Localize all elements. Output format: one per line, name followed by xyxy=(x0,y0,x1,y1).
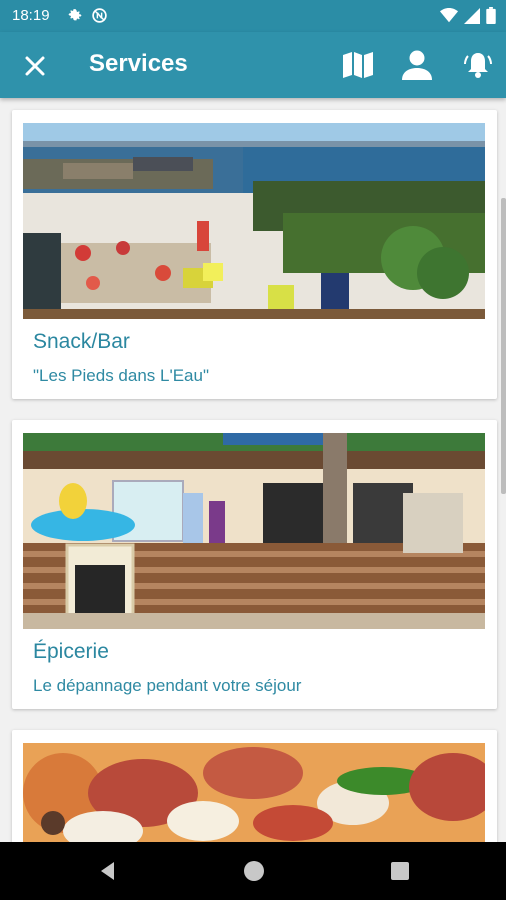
close-button[interactable] xyxy=(20,51,50,81)
wifi-icon xyxy=(440,8,458,28)
recents-button[interactable] xyxy=(388,859,412,883)
card-subtitle: Le dépannage pendant votre séjour xyxy=(33,676,302,695)
battery-icon xyxy=(486,7,496,29)
system-nav-bar xyxy=(0,842,506,900)
back-button[interactable] xyxy=(96,859,120,883)
service-card-pizza[interactable] xyxy=(12,730,497,842)
service-card-epicerie[interactable]: Épicerie Le dépannage pendant votre séjo… xyxy=(12,420,497,709)
status-bar: 18:19 xyxy=(0,0,506,32)
notification-bell-icon xyxy=(464,53,492,78)
profile-button[interactable] xyxy=(400,48,434,82)
service-card-snack-bar[interactable]: Snack/Bar "Les Pieds dans L'Eau" xyxy=(12,110,497,399)
user-icon xyxy=(402,50,432,80)
notifications-button[interactable] xyxy=(461,48,495,82)
card-title: Snack/Bar xyxy=(33,330,130,353)
no-sim-icon xyxy=(91,7,108,29)
card-title: Épicerie xyxy=(33,640,109,663)
map-button[interactable] xyxy=(341,48,375,82)
scrollbar[interactable] xyxy=(501,198,506,494)
beach-bar-photo xyxy=(23,123,485,319)
home-icon xyxy=(244,861,264,881)
grocery-store-photo xyxy=(23,433,485,629)
recents-icon xyxy=(391,862,409,880)
card-subtitle: "Les Pieds dans L'Eau" xyxy=(33,366,209,385)
gear-icon xyxy=(66,7,83,29)
services-list[interactable]: Snack/Bar "Les Pieds dans L'Eau" Épiceri… xyxy=(0,98,506,842)
back-icon xyxy=(101,862,114,880)
pizza-photo xyxy=(23,743,485,842)
close-icon xyxy=(25,56,45,76)
app-bar: Services xyxy=(0,32,506,98)
signal-icon xyxy=(464,7,480,29)
home-button[interactable] xyxy=(242,859,266,883)
status-time: 18:19 xyxy=(12,7,50,24)
page-title: Services xyxy=(89,50,188,77)
map-icon xyxy=(343,52,373,78)
